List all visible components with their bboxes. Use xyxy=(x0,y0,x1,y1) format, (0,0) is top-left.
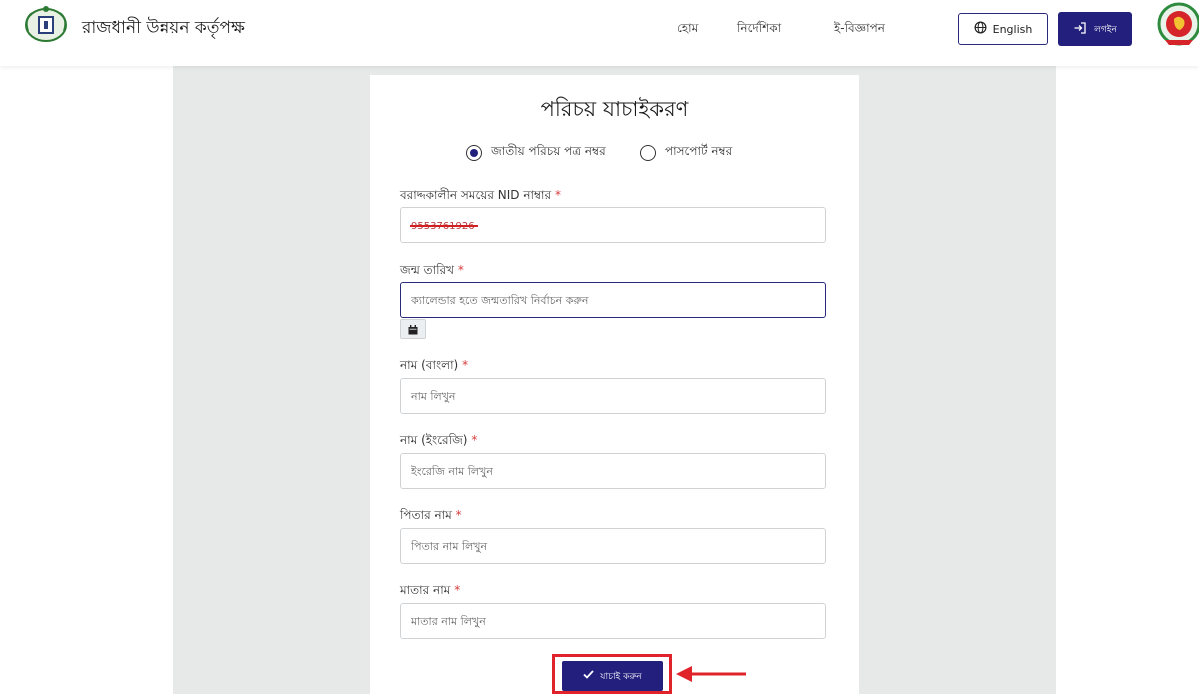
nav-e-advertisement[interactable]: ই-বিজ্ঞাপন xyxy=(834,20,885,40)
login-label: লগইন xyxy=(1094,24,1117,35)
radio-nid-label: জাতীয় পরিচয় পত্র নম্বর xyxy=(491,144,606,158)
name-en-input[interactable] xyxy=(400,453,826,489)
nav-home[interactable]: হোম xyxy=(677,20,698,40)
father-name-input[interactable] xyxy=(400,528,826,564)
verify-label: যাচাই করুন xyxy=(600,671,642,682)
english-language-button[interactable]: English xyxy=(958,13,1048,45)
name-bn-input[interactable] xyxy=(400,378,826,414)
mother-name-input[interactable] xyxy=(400,603,826,639)
government-seal xyxy=(1157,2,1199,48)
radio-nid[interactable] xyxy=(466,145,482,161)
verify-button[interactable]: যাচাই করুন xyxy=(562,661,663,691)
name-en-label: নাম (ইংরেজি) * xyxy=(400,433,478,447)
nav-guidelines[interactable]: নির্দেশিকা xyxy=(737,20,781,40)
check-icon xyxy=(583,670,594,682)
radio-passport-option[interactable]: পাসপোর্ট নম্বর xyxy=(640,143,732,163)
rajuk-logo[interactable] xyxy=(20,5,72,43)
org-name[interactable]: রাজধানী উন্নয়ন কর্তৃপক্ষ xyxy=(82,15,245,43)
nid-label: বরাদ্দকালীন সময়ের NID নাম্বার * xyxy=(400,188,561,202)
site-header: রাজধানী উন্নয়ন কর্তৃপক্ষ হোম নির্দেশিকা… xyxy=(0,0,1199,66)
father-name-label: পিতার নাম * xyxy=(400,508,462,522)
login-icon xyxy=(1073,21,1087,38)
radio-passport-label: পাসপোর্ট নম্বর xyxy=(665,144,733,158)
verification-card: পরিচয় যাচাইকরণ জাতীয় পরিচয় পত্র নম্বর… xyxy=(370,75,859,694)
radio-passport[interactable] xyxy=(640,145,656,161)
english-label: English xyxy=(992,22,1033,36)
calendar-button[interactable] xyxy=(400,319,426,339)
arrow-left-icon xyxy=(676,664,746,684)
nid-redaction-mark xyxy=(410,225,478,227)
page-title: পরিচয় যাচাইকরণ xyxy=(540,97,689,121)
dob-label: জন্ম তারিখ * xyxy=(400,263,464,277)
name-bn-label: নাম (বাংলা) * xyxy=(400,358,469,372)
globe-icon xyxy=(974,21,987,37)
mother-name-label: মাতার নাম * xyxy=(400,583,461,597)
calendar-icon xyxy=(408,320,418,339)
login-button[interactable]: লগইন xyxy=(1058,12,1132,46)
dob-input[interactable] xyxy=(400,282,826,318)
radio-nid-option[interactable]: জাতীয় পরিচয় পত্র নম্বর xyxy=(466,143,606,163)
